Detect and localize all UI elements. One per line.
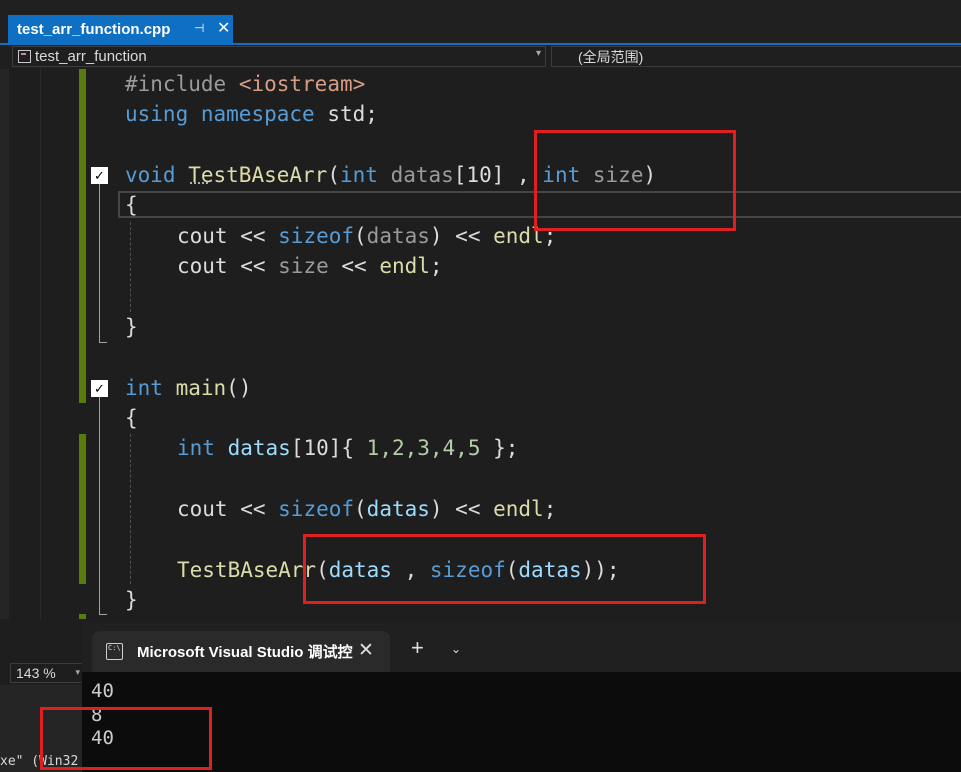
navigation-bar: test_arr_function ▾ (全局范围) xyxy=(0,45,961,69)
fold-end xyxy=(99,614,107,615)
new-tab-icon[interactable]: + xyxy=(411,637,424,659)
code-line-include: #include <iostream> xyxy=(125,72,366,96)
code-line-brace: } xyxy=(125,315,138,339)
change-bar xyxy=(79,614,86,619)
annotation-box-output xyxy=(40,707,212,770)
collapse-toggle-icon[interactable]: ✓ xyxy=(91,167,108,184)
code-line-array-decl: int datas[10]{ 1,2,3,4,5 }; xyxy=(177,436,519,460)
pin-icon[interactable]: ⊣ xyxy=(194,21,204,35)
editor-status-bar: 143 % ▾ xyxy=(0,659,86,685)
project-icon xyxy=(18,50,31,63)
code-line-brace: } xyxy=(125,588,138,612)
chevron-down-icon[interactable]: ▾ xyxy=(536,48,541,59)
collapse-toggle-icon[interactable]: ✓ xyxy=(91,380,108,397)
change-bar xyxy=(79,434,86,584)
tab-test-arr-function-cpp[interactable]: test_arr_function.cpp ⊣ ✕ xyxy=(8,15,233,43)
code-line-cout-size: cout << size << endl; xyxy=(177,254,443,278)
scope-dropdown[interactable]: (全局范围) xyxy=(551,46,961,67)
fold-end xyxy=(99,342,107,343)
indent-guide xyxy=(130,222,131,312)
fold-guide xyxy=(99,184,100,342)
terminal-titlebar: C:\ Microsoft Visual Studio 调试控 ✕ + ⌄ xyxy=(82,622,961,672)
terminal-tab[interactable]: C:\ Microsoft Visual Studio 调试控 ✕ xyxy=(92,631,390,672)
output-line: 40 xyxy=(91,680,114,702)
code-line-cout-sizeof: cout << sizeof(datas) << endl; xyxy=(177,224,557,248)
indent-guide xyxy=(130,434,131,584)
code-line-cout-sizeof-main: cout << sizeof(datas) << endl; xyxy=(177,497,557,521)
fold-guide xyxy=(99,397,100,614)
editor-left-strip xyxy=(0,69,9,619)
console-icon: C:\ xyxy=(106,643,123,660)
terminal-tab-title: Microsoft Visual Studio 调试控 xyxy=(137,644,353,661)
chevron-down-icon[interactable]: ⌄ xyxy=(451,642,461,656)
annotation-box-call xyxy=(303,534,706,604)
debug-console-window[interactable]: C:\ Microsoft Visual Studio 调试控 ✕ + ⌄ 40… xyxy=(82,622,961,772)
quick-actions-dots[interactable] xyxy=(190,182,208,187)
close-icon[interactable]: ✕ xyxy=(358,639,374,662)
close-icon[interactable]: ✕ xyxy=(217,18,230,38)
annotation-box-signature xyxy=(534,130,736,231)
zoom-dropdown[interactable]: 143 % ▾ xyxy=(10,663,85,683)
tab-title: test_arr_function.cpp xyxy=(17,20,171,38)
code-line-brace: { xyxy=(125,406,138,430)
project-dropdown[interactable]: test_arr_function ▾ xyxy=(12,46,546,67)
scope-label: (全局范围) xyxy=(578,48,644,65)
code-line-brace: { xyxy=(125,193,138,217)
document-tab-strip: test_arr_function.cpp ⊣ ✕ xyxy=(0,0,961,45)
project-name: test_arr_function xyxy=(35,48,147,65)
margin-divider xyxy=(40,69,41,619)
chevron-down-icon[interactable]: ▾ xyxy=(75,667,80,678)
zoom-level: 143 % xyxy=(16,665,56,681)
change-bar xyxy=(79,69,86,403)
code-line-main: int main() xyxy=(125,376,252,400)
code-line-using: using namespace std; xyxy=(125,102,378,126)
code-editor[interactable]: ✓ ✓ #include <iostream> using namespace … xyxy=(0,69,961,619)
